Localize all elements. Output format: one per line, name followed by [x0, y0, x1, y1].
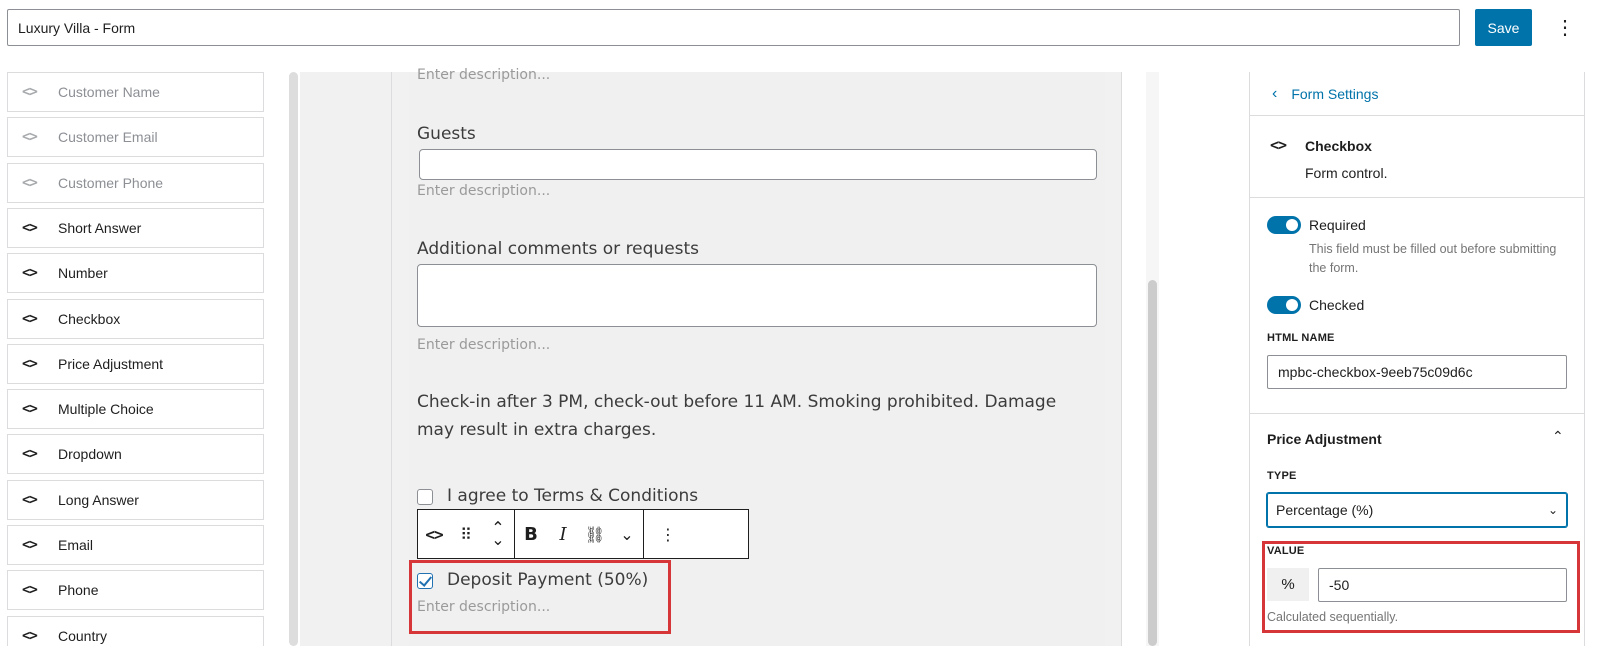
- guests-label[interactable]: Guests: [417, 124, 476, 144]
- comments-label[interactable]: Additional comments or requests: [417, 239, 699, 259]
- palette-item-label: Email: [58, 537, 94, 553]
- block-toolbar: <> ⠿ ⌃ ⌄ B I ⛓ ⌄ ⋮: [417, 509, 749, 559]
- guests-input[interactable]: [419, 149, 1097, 180]
- palette-scrollbar[interactable]: [289, 72, 298, 646]
- form-settings-back-button[interactable]: ‹ Form Settings: [1250, 72, 1585, 116]
- highlight-value-field: [1262, 541, 1580, 633]
- palette-item[interactable]: <> Phone: [7, 570, 264, 611]
- palette-item[interactable]: <> Short Answer: [7, 207, 264, 248]
- italic-icon[interactable]: I: [547, 510, 579, 558]
- form-title-input[interactable]: Luxury Villa - Form: [7, 9, 1460, 46]
- type-select[interactable]: Percentage (%) ⌄: [1267, 493, 1567, 527]
- block-card: <> Checkbox Form control.: [1250, 116, 1585, 198]
- guests-description[interactable]: Enter description...: [417, 183, 550, 199]
- top-bar: Luxury Villa - Form Save ⋮: [0, 0, 1600, 56]
- terms-label[interactable]: I agree to Terms & Conditions: [447, 486, 698, 506]
- block-description: Form control.: [1305, 165, 1388, 181]
- code-icon: <>: [22, 627, 38, 644]
- chevron-down-icon: ⌄: [1547, 503, 1558, 517]
- more-rich-text-icon[interactable]: ⌄: [611, 510, 643, 558]
- required-label: Required: [1309, 217, 1366, 233]
- palette-item-label: Multiple Choice: [58, 401, 154, 418]
- palette-item-label: Long Answer: [58, 491, 139, 508]
- field-description[interactable]: Enter description...: [417, 67, 550, 83]
- palette-item-label: Country: [58, 627, 108, 644]
- palette-item-label: Dropdown: [58, 446, 122, 463]
- palette-item[interactable]: <> Country: [7, 615, 264, 646]
- move-arrows: ⌃ ⌄: [482, 510, 514, 558]
- palette-item[interactable]: <> Email: [7, 525, 264, 565]
- palette-item[interactable]: <> Customer Name: [7, 72, 264, 112]
- terms-checkbox[interactable]: [417, 489, 433, 505]
- code-icon: <>: [22, 310, 38, 327]
- palette-item-label: Customer Phone: [58, 174, 164, 191]
- code-icon: <>: [22, 129, 38, 146]
- code-icon: <>: [22, 582, 38, 599]
- block-type-icon: <>: [1270, 136, 1287, 154]
- palette-item-label: Price Adjustment: [58, 355, 164, 372]
- comments-description[interactable]: Enter description...: [417, 337, 550, 353]
- code-icon: <>: [22, 355, 38, 372]
- palette-item[interactable]: <> Multiple Choice: [7, 389, 264, 430]
- policy-paragraph[interactable]: Check-in after 3 PM, check-out before 11…: [417, 388, 1077, 444]
- price-adjustment-heading[interactable]: Price Adjustment: [1267, 431, 1382, 447]
- palette-item[interactable]: <> Number: [7, 253, 264, 294]
- palette-item[interactable]: <> Dropdown: [7, 434, 264, 475]
- chevron-up-icon[interactable]: ⌃: [1552, 428, 1564, 445]
- chevron-left-icon: ‹: [1272, 84, 1278, 102]
- palette-item-label: Customer Name: [58, 84, 160, 100]
- section-divider: [1250, 413, 1585, 414]
- canvas-border-left: [391, 72, 392, 646]
- block-options-icon[interactable]: ⋮: [644, 510, 692, 558]
- toolbar-group-options: ⋮: [644, 510, 692, 558]
- highlight-deposit-block: [409, 560, 671, 634]
- drag-handle-icon[interactable]: ⠿: [450, 510, 482, 558]
- block-name: Checkbox: [1305, 138, 1372, 154]
- code-icon: <>: [22, 84, 38, 100]
- html-name-input[interactable]: mpbc-checkbox-9eeb75c09d6c: [1267, 355, 1567, 389]
- palette-item-label: Phone: [58, 582, 99, 599]
- block-type-icon[interactable]: <>: [418, 510, 450, 558]
- palette-item-label: Checkbox: [58, 310, 121, 327]
- palette-item[interactable]: <> Customer Phone: [7, 162, 264, 203]
- move-down-icon[interactable]: ⌄: [491, 532, 504, 548]
- required-toggle[interactable]: [1267, 216, 1301, 234]
- required-help: This field must be filled out before sub…: [1309, 242, 1557, 275]
- html-name-caption: HTML NAME: [1267, 332, 1335, 344]
- checked-label: Checked: [1309, 297, 1365, 313]
- bold-icon[interactable]: B: [515, 510, 547, 558]
- checked-toggle[interactable]: [1267, 296, 1301, 314]
- code-icon: <>: [22, 537, 38, 553]
- field-palette: <> Customer Name <> Customer Email <> Custome…: [7, 72, 265, 646]
- back-label: Form Settings: [1291, 85, 1379, 102]
- palette-item-label: Customer Email: [58, 129, 158, 146]
- toolbar-group-block: <> ⠿ ⌃ ⌄: [418, 510, 515, 558]
- code-icon: <>: [22, 401, 38, 418]
- palette-item[interactable]: <> Price Adjustment: [7, 343, 264, 384]
- palette-item[interactable]: <> Long Answer: [7, 479, 264, 520]
- save-button[interactable]: Save: [1475, 9, 1532, 46]
- palette-item-label: Short Answer: [58, 219, 142, 236]
- toolbar-group-format: B I ⛓ ⌄: [515, 510, 644, 558]
- link-icon[interactable]: ⛓: [579, 510, 611, 558]
- type-select-value: Percentage (%): [1276, 502, 1374, 518]
- palette-item-label: Number: [58, 265, 108, 282]
- canvas-border-right: [1121, 72, 1122, 646]
- code-icon: <>: [22, 491, 38, 508]
- type-caption: TYPE: [1267, 470, 1297, 482]
- canvas-scrollbar[interactable]: [1148, 280, 1157, 646]
- code-icon: <>: [22, 174, 38, 191]
- code-icon: <>: [22, 219, 38, 236]
- palette-item[interactable]: <> Customer Email: [7, 117, 264, 158]
- more-options-icon[interactable]: ⋮: [1550, 9, 1580, 46]
- palette-item[interactable]: <> Checkbox: [7, 298, 264, 339]
- code-icon: <>: [22, 446, 38, 463]
- comments-textarea[interactable]: [417, 264, 1097, 327]
- code-icon: <>: [22, 265, 38, 282]
